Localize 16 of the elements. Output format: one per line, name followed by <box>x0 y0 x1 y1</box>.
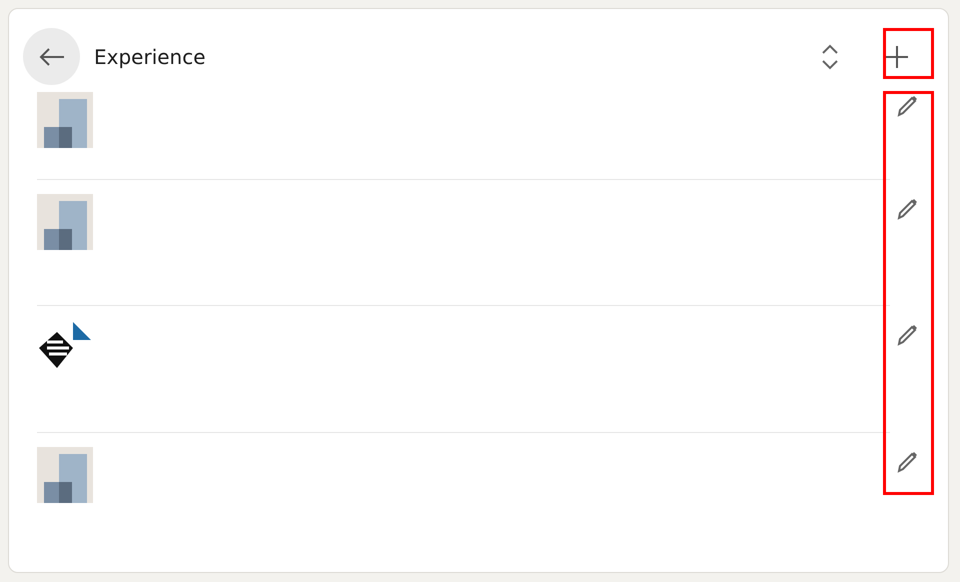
pencil-icon <box>895 94 919 118</box>
edit-button[interactable] <box>895 323 919 347</box>
company-logo <box>37 447 93 503</box>
reorder-button[interactable] <box>821 44 839 70</box>
pencil-icon <box>895 323 919 347</box>
company-logo <box>37 92 93 148</box>
reorder-icon <box>821 44 839 70</box>
back-arrow-icon <box>38 46 64 66</box>
plus-icon <box>886 46 908 68</box>
edit-button[interactable] <box>895 197 919 221</box>
edit-button[interactable] <box>895 94 919 118</box>
edit-button[interactable] <box>895 450 919 474</box>
pencil-icon <box>895 450 919 474</box>
pencil-icon <box>895 197 919 221</box>
section-title: Experience <box>94 44 206 70</box>
company-logo <box>37 194 93 250</box>
